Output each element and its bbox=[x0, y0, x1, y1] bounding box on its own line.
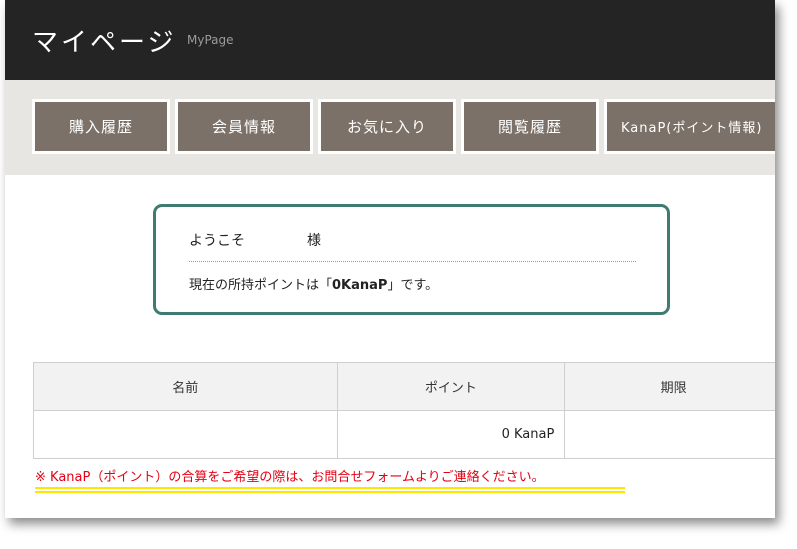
points-suffix: 」です。 bbox=[387, 278, 439, 293]
points-table: 名前 ポイント 期限 0 KanaP bbox=[33, 362, 775, 459]
cell-points: 0 KanaP bbox=[336, 410, 566, 459]
nav-bar: 購入履歴 会員情報 お気に入り 閲覧履歴 KanaP(ポイント情報) bbox=[5, 80, 775, 175]
page-frame: マイページ MyPage 購入履歴 会員情報 お気に入り 閲覧履歴 KanaP(… bbox=[5, 0, 775, 518]
page-subtitle: MyPage bbox=[187, 33, 234, 47]
points-summary: 現在の所持ポイントは「0KanaP」です。 bbox=[189, 274, 438, 293]
welcome-box: ようこそ 様 現在の所持ポイントは「0KanaP」です。 bbox=[153, 204, 670, 315]
nav-browsing-history-button[interactable]: 閲覧履歴 bbox=[461, 99, 599, 154]
greeting-prefix: ようこそ bbox=[189, 233, 245, 249]
page-title: マイページ bbox=[32, 28, 177, 58]
column-header-name: 名前 bbox=[33, 362, 338, 411]
greeting-suffix: 様 bbox=[307, 233, 321, 249]
table-header-row: 名前 ポイント 期限 bbox=[33, 362, 775, 411]
nav-purchase-history-button[interactable]: 購入履歴 bbox=[32, 99, 170, 154]
nav-member-info-button[interactable]: 会員情報 bbox=[175, 99, 313, 154]
column-header-points: ポイント bbox=[336, 362, 566, 411]
column-header-expiry: 期限 bbox=[564, 362, 775, 411]
welcome-greeting: ようこそ 様 bbox=[189, 230, 321, 250]
notice-highlight bbox=[35, 487, 625, 493]
page-header: マイページ MyPage bbox=[5, 0, 775, 80]
table-row: 0 KanaP bbox=[33, 410, 775, 459]
cell-expiry bbox=[564, 410, 775, 459]
points-value: 0KanaP bbox=[332, 278, 388, 293]
notice-text: ※ KanaP（ポイント）の合算をご希望の際は、お問合せフォームよりご連絡くださ… bbox=[35, 470, 545, 485]
points-prefix: 現在の所持ポイントは「 bbox=[189, 278, 333, 293]
welcome-divider bbox=[189, 261, 636, 262]
nav-favorites-button[interactable]: お気に入り bbox=[318, 99, 456, 154]
cell-name bbox=[33, 410, 338, 459]
nav-kanap-points-button[interactable]: KanaP(ポイント情報) bbox=[604, 99, 775, 154]
